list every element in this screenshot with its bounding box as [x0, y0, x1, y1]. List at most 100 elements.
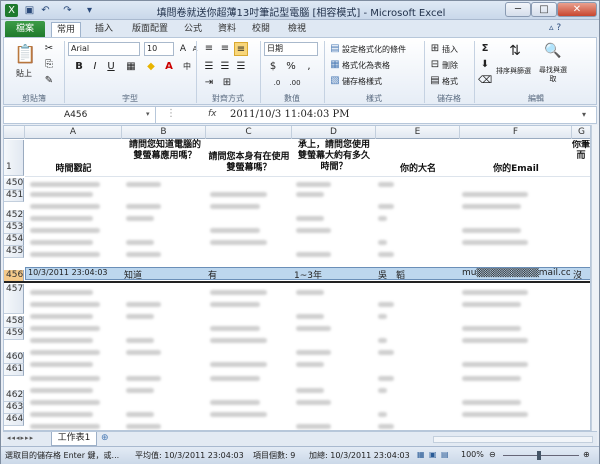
font-size-combo[interactable]: 10 — [144, 42, 174, 56]
insert-cells-icon[interactable]: ⊞ — [428, 42, 442, 56]
header-cell-email[interactable]: 你的Email — [460, 164, 572, 175]
align-bottom-icon[interactable]: ≡ — [234, 42, 248, 56]
fill-icon[interactable]: ⬇ — [478, 58, 492, 72]
vertical-scrollbar[interactable] — [591, 125, 599, 431]
selected-cell-G[interactable]: 沒 — [573, 268, 590, 281]
zoom-level[interactable]: 100% — [461, 450, 484, 459]
percent-button[interactable]: % — [284, 60, 298, 74]
find-select-button[interactable]: 尋找與選取 — [538, 66, 568, 84]
name-box[interactable]: A456 — [4, 107, 156, 123]
fill-color-icon[interactable]: ◆ — [144, 60, 158, 74]
phonetic-icon[interactable]: 中 — [180, 60, 194, 74]
find-select-icon[interactable]: 🔍 — [544, 44, 562, 62]
row-header[interactable]: 451 — [4, 190, 24, 202]
sheet-tab-1[interactable]: 工作表1 — [51, 432, 97, 446]
merge-icon[interactable]: ⊞ — [220, 76, 234, 90]
tab-home[interactable]: 常用 — [51, 22, 81, 37]
format-cells-icon[interactable]: ▤ — [428, 74, 442, 88]
header-cell-g[interactable]: 你筆而 — [572, 140, 590, 162]
maximize-button[interactable]: □ — [531, 2, 557, 17]
increase-decimal-icon[interactable]: .0 — [270, 76, 284, 90]
customize-qat-icon[interactable]: ▾ — [83, 4, 96, 17]
row-header[interactable]: 453 — [4, 222, 24, 234]
shrink-font-icon[interactable]: A — [188, 42, 202, 56]
column-header-F[interactable]: F — [460, 126, 572, 139]
format-cells-button[interactable]: 格式 — [442, 76, 458, 87]
excel-app-icon[interactable]: X — [5, 4, 18, 17]
worksheet-grid[interactable]: A B C D E F G 1 時間戳記 請問您知道電腦的雙螢幕應用嗎？ 請問您… — [3, 125, 591, 431]
save-icon[interactable]: ▣ — [23, 4, 36, 17]
name-box-dropdown-icon[interactable]: ▾ — [146, 110, 150, 118]
paste-label[interactable]: 貼上 — [16, 68, 32, 79]
delete-cells-button[interactable]: 刪除 — [442, 60, 458, 71]
cell-styles-icon[interactable]: ▧ — [328, 74, 342, 88]
column-header-C[interactable]: C — [206, 126, 292, 139]
zoom-slider[interactable] — [503, 455, 579, 456]
align-right-icon[interactable]: ☰ — [234, 60, 248, 74]
row-header[interactable]: 464 — [4, 414, 24, 426]
underline-button[interactable]: U — [104, 60, 118, 74]
redo-icon[interactable]: ↷ — [61, 4, 74, 17]
comma-button[interactable]: , — [302, 60, 316, 74]
view-pagebreak-icon[interactable]: ▤ — [441, 450, 449, 459]
align-left-icon[interactable]: ☰ — [202, 60, 216, 74]
row-header[interactable]: 459 — [4, 328, 24, 340]
align-top-icon[interactable]: ≡ — [202, 42, 216, 56]
tab-insert[interactable]: 插入 — [89, 22, 119, 37]
view-normal-icon[interactable]: ▦ — [417, 450, 425, 459]
header-cell-q2[interactable]: 請問您本身有在使用雙螢幕嗎？ — [208, 152, 290, 174]
cut-icon[interactable]: ✂ — [42, 42, 56, 56]
format-painter-icon[interactable]: ✎ — [42, 74, 56, 88]
tab-view[interactable]: 檢視 — [283, 22, 311, 37]
sort-filter-button[interactable]: 排序與篩選 — [496, 66, 531, 76]
header-cell-name[interactable]: 你的大名 — [376, 164, 460, 175]
currency-button[interactable]: $ — [266, 60, 280, 74]
select-all-corner[interactable] — [4, 126, 25, 139]
row-header[interactable]: 450 — [4, 178, 24, 190]
tab-review[interactable]: 校閱 — [247, 22, 275, 37]
view-layout-icon[interactable]: ▣ — [429, 450, 437, 459]
clear-icon[interactable]: ⌫ — [478, 74, 492, 88]
row-header[interactable]: 454 — [4, 234, 24, 246]
delete-cells-icon[interactable]: ⊟ — [428, 58, 442, 72]
expand-formula-icon[interactable]: ▾ — [582, 110, 586, 119]
zoom-out-icon[interactable]: ⊖ — [489, 450, 496, 459]
insert-function-button[interactable]: fx — [208, 109, 217, 119]
zoom-slider-thumb[interactable] — [537, 451, 541, 460]
align-center-icon[interactable]: ☰ — [218, 60, 232, 74]
formula-input[interactable]: 2011/10/3 11:04:03 PM — [230, 109, 350, 120]
insert-cells-button[interactable]: 插入 — [442, 44, 458, 55]
zoom-in-icon[interactable]: ⊕ — [583, 450, 590, 459]
sheet-nav-icon[interactable]: ◂◂◂▸▸▸ — [7, 434, 34, 442]
close-button[interactable]: ✕ — [557, 2, 597, 17]
tab-formulas[interactable]: 公式 — [179, 22, 207, 37]
number-format-combo[interactable]: 日期 — [264, 42, 318, 56]
row-header[interactable]: 455 — [4, 246, 24, 258]
undo-icon[interactable]: ↶ — [39, 4, 52, 17]
horizontal-scrollbar[interactable] — [433, 436, 593, 443]
format-table-icon[interactable]: ▦ — [328, 58, 342, 72]
bold-button[interactable]: B — [72, 60, 86, 74]
minimize-button[interactable]: ─ — [505, 2, 531, 17]
header-cell-q3[interactable]: 承上，請問您使用雙螢幕大約有多久時間？ — [294, 140, 374, 173]
column-header-B[interactable]: B — [122, 126, 206, 139]
conditional-format-button[interactable]: 設定格式化的條件 — [342, 44, 406, 55]
selected-cell-E[interactable]: 吳 韜 — [378, 268, 458, 281]
tab-file[interactable]: 檔案 — [5, 21, 45, 37]
row-header[interactable]: 462 — [4, 390, 24, 402]
selected-cell-D[interactable]: 1~3年 — [294, 268, 374, 281]
row-header[interactable]: 457 — [4, 284, 24, 314]
decrease-decimal-icon[interactable]: .00 — [288, 76, 302, 90]
border-icon[interactable]: ▦ — [124, 60, 138, 74]
selected-cell-B[interactable]: 知道 — [124, 268, 204, 281]
header-cell-q1[interactable]: 請問您知道電腦的雙螢幕應用嗎？ — [126, 140, 204, 162]
format-as-table-button[interactable]: 格式化為表格 — [342, 60, 390, 71]
cell-styles-button[interactable]: 儲存格樣式 — [342, 76, 382, 87]
selected-cell-C[interactable]: 有 — [208, 268, 288, 281]
row-header[interactable]: 463 — [4, 402, 24, 414]
selected-cell-F[interactable]: mu▒▒▒▒▒▒▒▒▒mail.com — [462, 268, 570, 278]
column-header-D[interactable]: D — [292, 126, 376, 139]
sort-filter-icon[interactable]: ⇅ — [506, 44, 524, 62]
align-middle-icon[interactable]: ≡ — [218, 42, 232, 56]
copy-icon[interactable]: ⎘ — [42, 58, 56, 72]
